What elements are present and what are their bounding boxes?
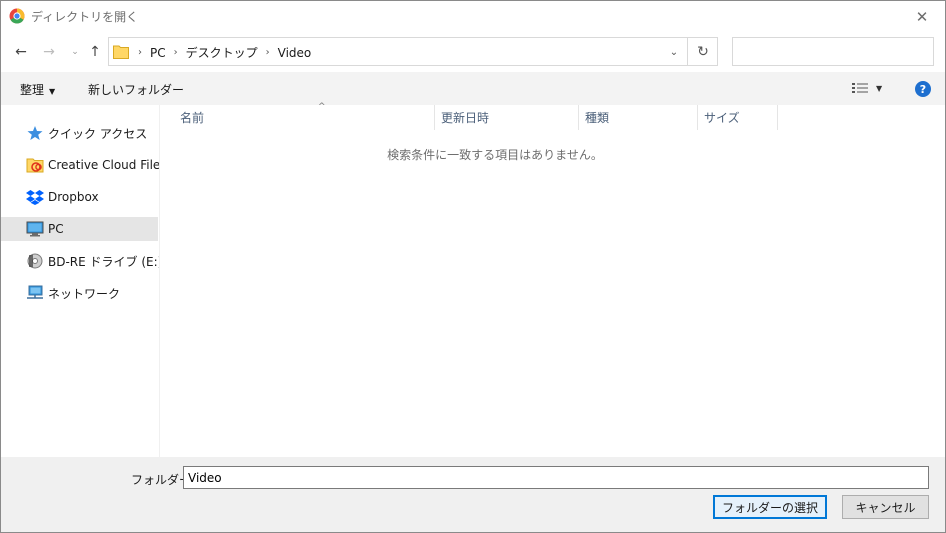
column-header-label: 名前 [180, 111, 205, 125]
organize-menu-button[interactable]: 整理 ▼ [20, 81, 55, 98]
sidebar-item-quick-access[interactable]: クイック アクセス [1, 121, 158, 145]
chevron-down-icon: ⌄ [71, 47, 79, 57]
help-button[interactable]: ? [915, 81, 931, 97]
folder-name-input[interactable] [183, 466, 929, 489]
computer-icon [26, 221, 44, 237]
column-header-label: 更新日時 [441, 111, 490, 125]
address-dropdown-button[interactable]: ⌄ [665, 43, 683, 61]
command-toolbar: 整理 ▼ 新しいフォルダー ▼ ? [1, 72, 945, 105]
refresh-icon: ↻ [697, 43, 709, 60]
dropbox-icon [26, 190, 44, 205]
sidebar-item-label: PC [48, 222, 64, 236]
star-icon [27, 126, 43, 140]
back-button[interactable]: ← [11, 42, 31, 62]
title-bar: ディレクトリを開く ✕ [1, 1, 945, 32]
change-view-button[interactable]: ▼ [852, 82, 882, 94]
breadcrumb: › PC › デスクトップ › Video [134, 44, 311, 61]
breadcrumb-separator[interactable]: › [138, 47, 142, 58]
close-icon: ✕ [915, 7, 929, 26]
sidebar-item-label: クイック アクセス [48, 126, 148, 141]
column-header-type[interactable]: 種類 [578, 105, 697, 130]
navigation-pane: クイック アクセス Creative Cloud Files Dropbox P… [1, 105, 160, 457]
breadcrumb-item-video[interactable]: Video [278, 46, 312, 60]
sidebar-item-pc[interactable]: PC [1, 217, 158, 241]
help-icon: ? [919, 82, 927, 96]
forward-button[interactable]: → [39, 42, 59, 62]
sidebar-item-label: ネットワーク [48, 286, 121, 301]
new-folder-button[interactable]: 新しいフォルダー [88, 81, 184, 98]
sidebar-item-dropbox[interactable]: Dropbox [1, 185, 158, 209]
folder-icon [113, 45, 129, 59]
sidebar-item-creative-cloud[interactable]: Creative Cloud Files [1, 153, 160, 177]
refresh-button[interactable]: ↻ [687, 38, 718, 65]
app-icon [9, 8, 25, 24]
sidebar-item-label: Dropbox [48, 190, 99, 204]
sidebar-item-label: Creative Cloud Files [48, 158, 160, 172]
breadcrumb-item-pc[interactable]: PC [150, 46, 166, 60]
breadcrumb-item-desktop[interactable]: デスクトップ [186, 44, 258, 61]
chevron-down-icon: ⌄ [669, 46, 679, 58]
column-header-label: サイズ [704, 111, 740, 125]
breadcrumb-separator[interactable]: › [266, 47, 270, 58]
arrow-right-icon: → [43, 44, 55, 60]
caret-down-icon: ▼ [876, 83, 883, 93]
caret-down-icon: ▼ [49, 87, 56, 96]
navigation-bar: ← → ⌄ ↑ › PC › デスクトップ › Video ⌄ ↻ [1, 32, 945, 72]
sort-ascending-icon: ^ [318, 102, 326, 112]
network-icon [27, 285, 43, 299]
up-button[interactable]: ↑ [85, 42, 105, 62]
close-button[interactable]: ✕ [899, 1, 945, 32]
window-title: ディレクトリを開く [31, 10, 139, 24]
column-header-date-modified[interactable]: 更新日時 [434, 105, 578, 130]
sidebar-item-label: BD-RE ドライブ (E:) DVD [48, 254, 159, 269]
new-folder-label: 新しいフォルダー [88, 83, 185, 97]
breadcrumb-separator[interactable]: › [174, 47, 178, 58]
sidebar-item-bd-re-drive[interactable]: BD-RE ドライブ (E:) DVD [1, 249, 159, 273]
creative-cloud-folder-icon [26, 158, 44, 173]
empty-results-message: 検索条件に一致する項目はありません。 [387, 148, 603, 162]
recent-locations-button[interactable]: ⌄ [65, 42, 85, 62]
select-folder-button[interactable]: フォルダーの選択 [713, 495, 827, 519]
column-header-label: 種類 [585, 111, 610, 125]
arrow-up-icon: ↑ [89, 44, 101, 60]
column-header-size[interactable]: サイズ [697, 105, 778, 130]
arrow-left-icon: ← [15, 44, 27, 60]
sidebar-item-network[interactable]: ネットワーク [1, 281, 158, 305]
cancel-button[interactable]: キャンセル [842, 495, 929, 519]
search-input[interactable] [732, 37, 934, 66]
address-bar[interactable]: › PC › デスクトップ › Video ⌄ ↻ [108, 37, 718, 66]
file-list-pane: 名前 ^ 更新日時 種類 サイズ 検索条件に一致する項目はありません。 [161, 102, 945, 457]
disc-drive-icon [27, 253, 43, 269]
open-directory-dialog: ディレクトリを開く ✕ ← → ⌄ ↑ › PC › デスクトップ › Vide… [0, 0, 946, 533]
details-view-icon [852, 83, 868, 93]
dialog-footer: フォルダー: フォルダーの選択 キャンセル [1, 457, 945, 532]
column-header-name[interactable]: 名前 ^ [180, 102, 433, 130]
organize-label: 整理 [20, 83, 45, 97]
